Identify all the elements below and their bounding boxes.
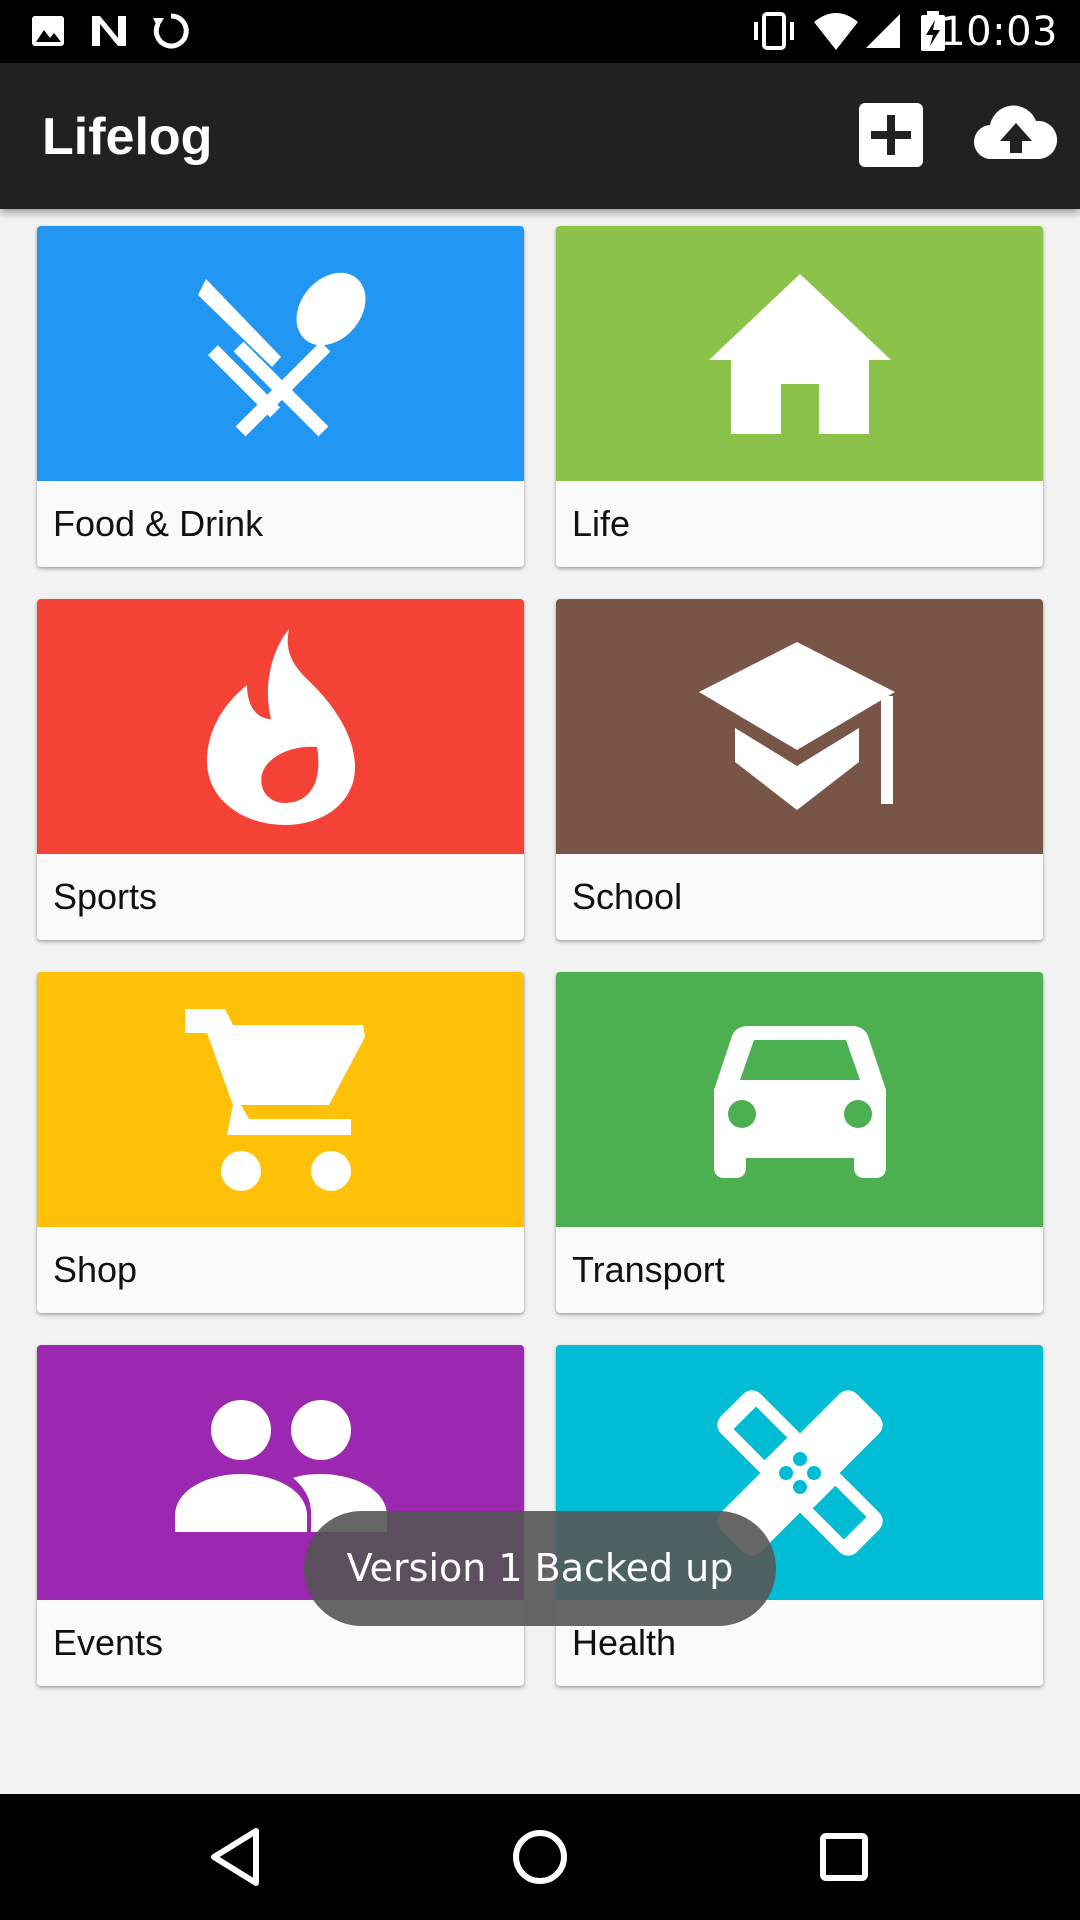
cutlery-icon: [197, 272, 365, 436]
flame-icon: [206, 628, 355, 825]
category-card-school[interactable]: School: [556, 599, 1043, 940]
wifi-icon: [814, 13, 858, 50]
category-label: School: [572, 876, 683, 917]
category-label: Sports: [53, 876, 158, 917]
signal-icon: [866, 14, 900, 48]
nav-back-button[interactable]: [200, 1821, 272, 1893]
category-card-sports[interactable]: Sports: [37, 599, 524, 940]
shopping-cart-icon: [184, 1008, 365, 1191]
vibrate-icon: [754, 12, 794, 50]
cloud-upload-icon: [973, 105, 1058, 160]
status-time: 10:03: [940, 9, 1058, 55]
category-color-area: [37, 599, 524, 854]
nav-home-button[interactable]: [504, 1821, 576, 1893]
nav-recents-button[interactable]: [808, 1821, 880, 1893]
car-icon: [713, 1025, 886, 1178]
category-color-area: [556, 599, 1043, 854]
category-color-area: [37, 226, 524, 481]
category-card-life[interactable]: Life: [556, 226, 1043, 567]
backup-button[interactable]: [970, 95, 1060, 175]
category-color-area: [556, 972, 1043, 1227]
toast-message: Version 1 Backed up: [304, 1511, 776, 1626]
home-circle-icon: [513, 1830, 567, 1884]
n-logo-icon: [92, 16, 126, 46]
recents-icon: [820, 1833, 868, 1881]
category-card-shop[interactable]: Shop: [37, 972, 524, 1313]
graduation-cap-icon: [698, 641, 895, 810]
category-label: Life: [572, 503, 631, 544]
home-icon: [708, 273, 891, 434]
navigation-bar: [0, 1794, 1080, 1920]
image-icon: [32, 16, 64, 46]
add-button[interactable]: [846, 95, 936, 175]
app-bar: Lifelog: [0, 63, 1080, 209]
status-bar: 10:03: [0, 0, 1080, 63]
category-color-area: [556, 226, 1043, 481]
category-card-food-drink[interactable]: Food & Drink: [37, 226, 524, 567]
category-label: Food & Drink: [53, 503, 264, 544]
add-icon: [859, 103, 923, 167]
app-title: Lifelog: [42, 108, 213, 166]
sync-icon: [153, 13, 189, 49]
category-label: Transport: [572, 1249, 725, 1290]
category-card-transport[interactable]: Transport: [556, 972, 1043, 1313]
category-color-area: [37, 972, 524, 1227]
category-grid: Food & Drink Life Sports School Shop Tra…: [37, 226, 1043, 1686]
back-icon: [211, 1828, 259, 1886]
category-label: Shop: [53, 1249, 138, 1290]
